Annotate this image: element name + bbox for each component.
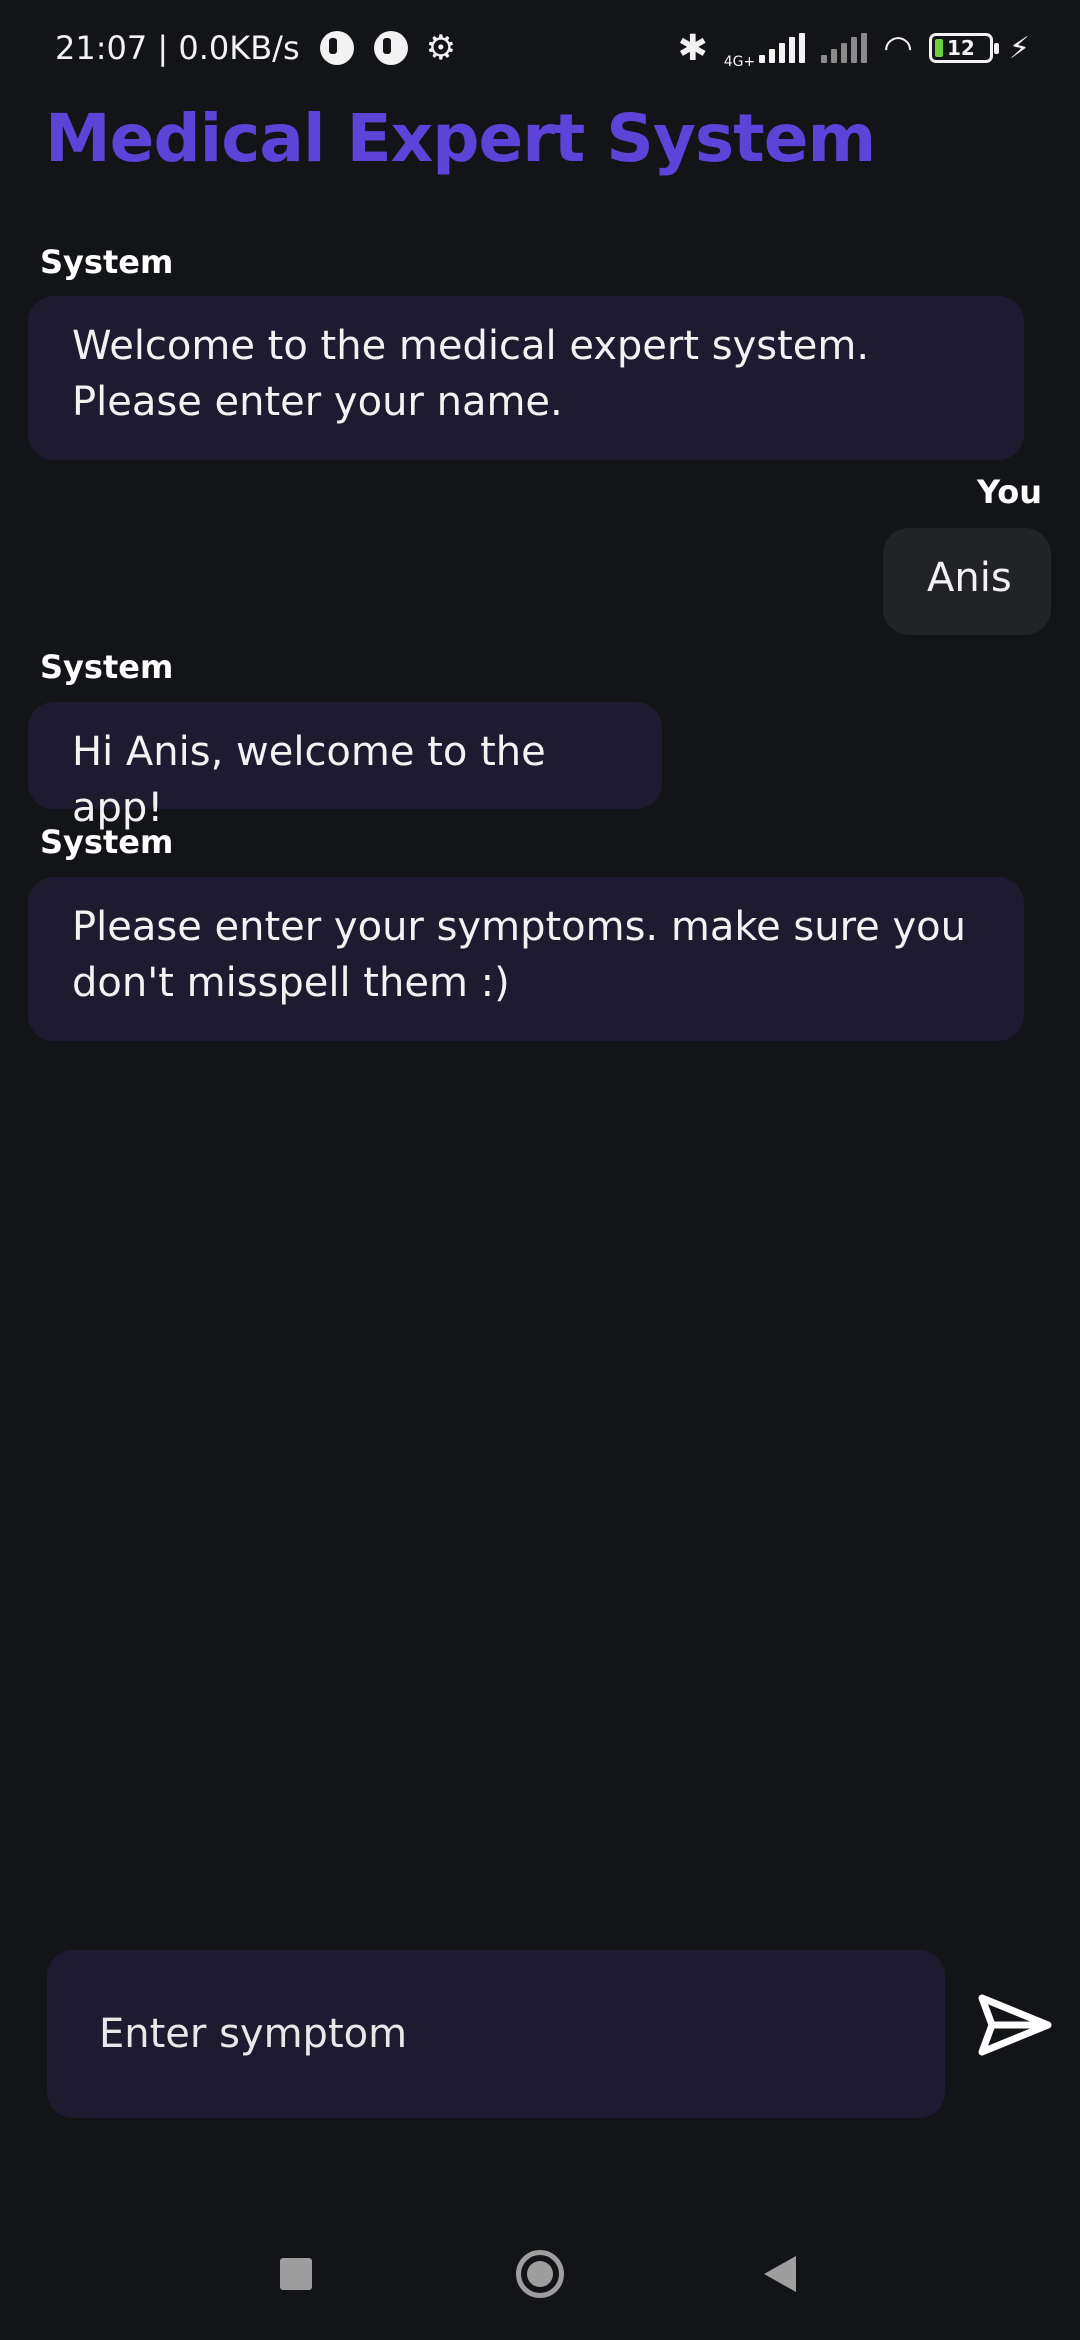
status-right: ✱ 4G+ ◠ 12 ⚡ bbox=[677, 27, 1030, 70]
send-button[interactable] bbox=[975, 1985, 1055, 2065]
send-icon bbox=[978, 1994, 1052, 2056]
message-sender: System bbox=[40, 648, 174, 686]
app-icon bbox=[319, 31, 354, 65]
message-sender: System bbox=[40, 243, 174, 281]
system-message-bubble: Welcome to the medical expert system. Pl… bbox=[28, 296, 1024, 460]
recents-icon[interactable] bbox=[280, 2258, 312, 2290]
back-icon[interactable] bbox=[764, 2256, 796, 2292]
status-time-speed: 21:07 | 0.0KB/s bbox=[55, 29, 300, 67]
wifi-icon: ◠ bbox=[883, 28, 913, 68]
message-sender: You bbox=[977, 473, 1042, 511]
page-title: Medical Expert System bbox=[45, 100, 876, 177]
signal-icon bbox=[821, 33, 868, 63]
app-icon bbox=[373, 31, 408, 65]
symptom-input[interactable] bbox=[99, 2011, 945, 2057]
bluetooth-icon: ✱ bbox=[677, 27, 708, 69]
status-left: 21:07 | 0.0KB/s ⚙ bbox=[55, 28, 456, 68]
chat-screen: 21:07 | 0.0KB/s ⚙ ✱ 4G+ ◠ 12 ⚡ Medical E… bbox=[0, 0, 1080, 2340]
charging-icon: ⚡ bbox=[1008, 30, 1030, 66]
message-sender: System bbox=[40, 823, 174, 861]
user-message-bubble: Anis bbox=[883, 528, 1051, 635]
gear-icon: ⚙ bbox=[425, 28, 457, 68]
home-icon[interactable] bbox=[516, 2250, 564, 2298]
symptom-input-container[interactable] bbox=[47, 1950, 945, 2118]
signal-icon bbox=[759, 33, 806, 63]
network-label: 4G+ bbox=[723, 54, 756, 70]
battery-icon: 12 bbox=[928, 33, 999, 63]
system-nav-bar bbox=[0, 2220, 1080, 2340]
battery-level: 12 bbox=[947, 36, 975, 60]
system-message-bubble: Please enter your symptoms. make sure yo… bbox=[28, 877, 1024, 1041]
status-bar: 21:07 | 0.0KB/s ⚙ ✱ 4G+ ◠ 12 ⚡ bbox=[0, 0, 1080, 96]
system-message-bubble: Hi Anis, welcome to the app! bbox=[28, 702, 662, 831]
